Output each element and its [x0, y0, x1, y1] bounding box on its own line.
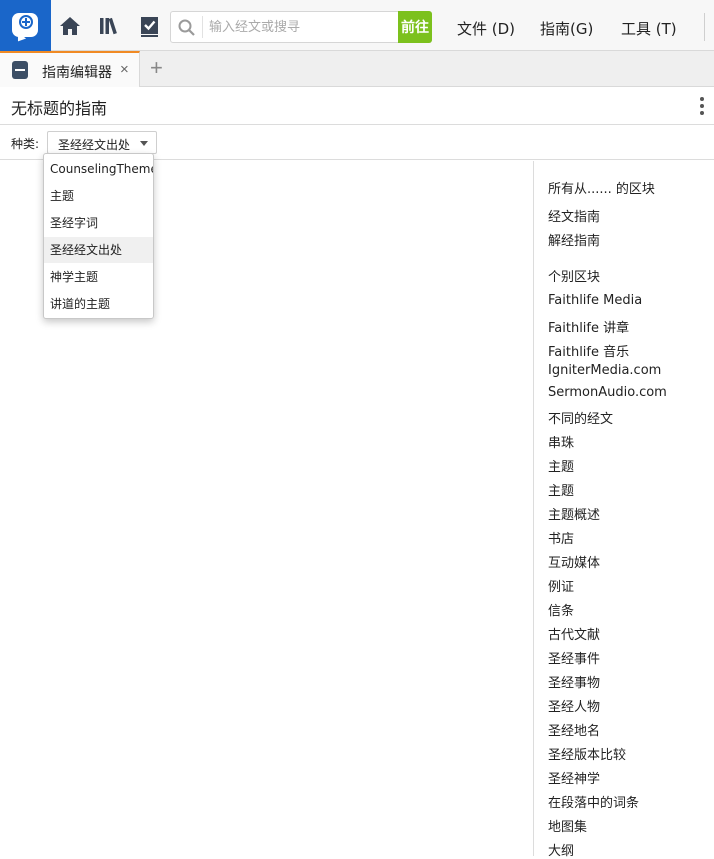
panel-section-link[interactable]: 圣经版本比较	[548, 744, 626, 763]
tab-guide-editor[interactable]: 指南编辑器 ×	[0, 51, 140, 87]
chevron-down-icon	[140, 141, 148, 146]
dropdown-option[interactable]: CounselingTheme	[44, 156, 153, 182]
type-select[interactable]: 圣经经文出处	[47, 131, 157, 154]
panel-section-link[interactable]: 在段落中的词条	[548, 792, 639, 811]
search-icon	[178, 19, 195, 36]
panel-section-link[interactable]: 例证	[548, 576, 574, 595]
home-icon[interactable]	[57, 13, 83, 39]
panel-heading-all: 所有从...... 的区块	[548, 182, 655, 197]
panel-section-link[interactable]: 圣经神学	[548, 768, 600, 787]
panel-section-link[interactable]: 圣经事件	[548, 648, 600, 667]
go-button[interactable]: 前往	[398, 11, 432, 43]
panel-section-link[interactable]: 主题概述	[548, 504, 600, 523]
panel-guide-link[interactable]: 经文指南	[548, 206, 600, 225]
top-toolbar: 前往 文件 (D) 指南(G) 工具 (T)	[0, 0, 714, 51]
panel-section-link[interactable]: 主题	[548, 456, 574, 475]
tab-strip: 指南编辑器 × +	[0, 51, 714, 87]
panel-guide-link[interactable]: 解经指南	[548, 230, 600, 249]
add-tab-icon[interactable]: +	[150, 56, 163, 80]
panel-section-link[interactable]: IgniterMedia.com	[548, 363, 661, 378]
close-icon[interactable]: ×	[120, 62, 129, 78]
panel-section-link[interactable]: 古代文献	[548, 624, 600, 643]
panel-section-link[interactable]: 主题	[548, 480, 574, 499]
panel-section-link[interactable]: SermonAudio.com	[548, 385, 667, 400]
type-label: 种类:	[11, 137, 40, 151]
menu-tools[interactable]: 工具 (T)	[621, 18, 677, 39]
menu-file[interactable]: 文件 (D)	[457, 18, 515, 39]
panel-section-link[interactable]: 地图集	[548, 816, 587, 835]
panel-section-link[interactable]: 圣经事物	[548, 672, 600, 691]
dropdown-option[interactable]: 讲道的主题	[44, 291, 153, 317]
toolbar-divider	[704, 13, 705, 41]
search-box	[170, 11, 432, 43]
tab-label: 指南编辑器	[42, 65, 112, 81]
more-options-icon[interactable]	[699, 97, 705, 115]
title-bar: 无标题的指南	[0, 87, 714, 125]
search-input[interactable]	[209, 16, 399, 38]
panel-section-link[interactable]: Faithlife Media	[548, 293, 642, 308]
type-select-value: 圣经经文出处	[58, 138, 131, 152]
menu-guide[interactable]: 指南(G)	[540, 18, 593, 39]
panel-section-link[interactable]: 互动媒体	[548, 552, 600, 571]
type-dropdown-menu: CounselingTheme 主题 圣经字词 圣经经文出处 神学主题 讲道的主…	[43, 153, 154, 319]
panel-heading-individual: 个别区块	[548, 270, 601, 285]
page-title[interactable]: 无标题的指南	[11, 95, 107, 119]
guide-document-icon	[12, 61, 28, 79]
tasks-icon[interactable]	[137, 13, 163, 39]
dropdown-option[interactable]: 神学主题	[44, 264, 153, 290]
dropdown-option-selected[interactable]: 圣经经文出处	[44, 237, 153, 263]
dropdown-option[interactable]: 主题	[44, 183, 153, 209]
panel-section-link[interactable]: Faithlife 音乐	[548, 341, 629, 360]
panel-section-link[interactable]: 圣经地名	[548, 720, 600, 739]
logos-logo-icon[interactable]	[0, 0, 51, 51]
panel-section-link[interactable]: 大纲	[548, 840, 574, 859]
panel-section-link[interactable]: Faithlife 讲章	[548, 317, 629, 336]
panel-section-link[interactable]: 书店	[548, 528, 574, 547]
library-icon[interactable]	[97, 13, 123, 39]
dropdown-option[interactable]: 圣经字词	[44, 210, 153, 236]
panel-section-link[interactable]: 信条	[548, 600, 574, 619]
panel-section-link[interactable]: 圣经人物	[548, 696, 600, 715]
sections-panel: 所有从...... 的区块 经文指南 解经指南 个别区块 Faithlife M…	[533, 161, 714, 859]
panel-section-link[interactable]: 不同的经文	[548, 408, 613, 427]
panel-section-link[interactable]: 串珠	[548, 432, 574, 451]
